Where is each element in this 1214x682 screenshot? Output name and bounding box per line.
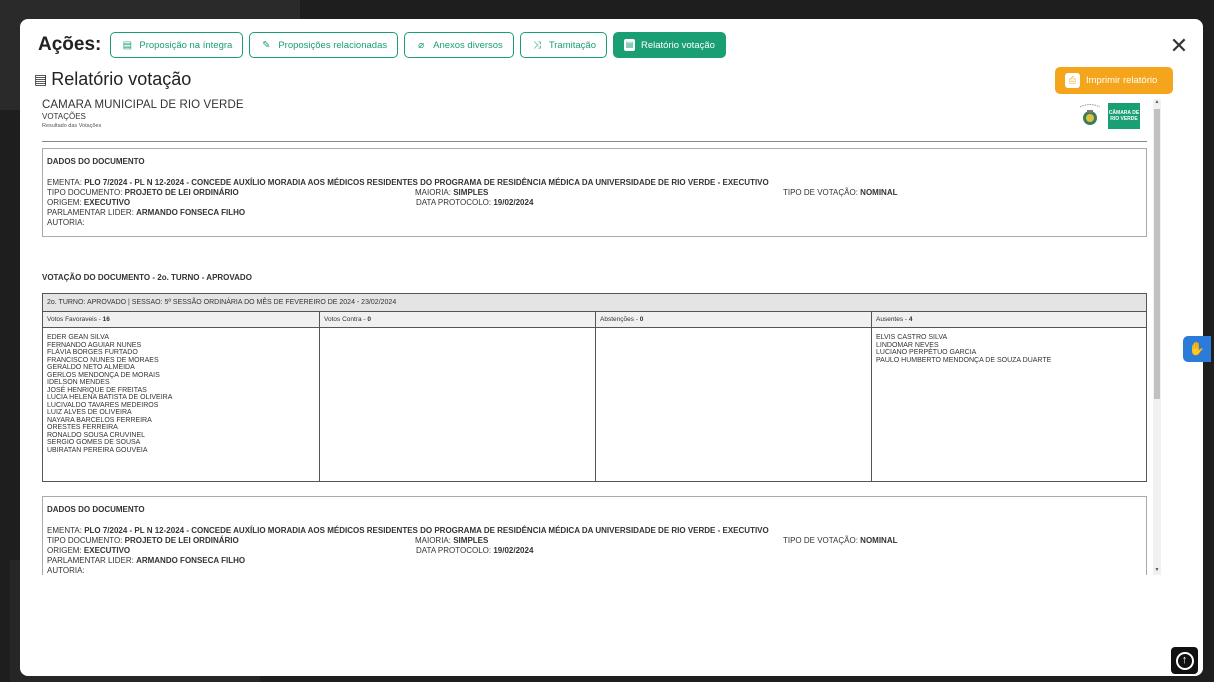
session-info: 2o. TURNO: APROVADO | SESSAO: 5ª SESSÃO … [43,294,1146,312]
edit-icon: ✎ [262,39,271,51]
doc-heading: DADOS DO DOCUMENTO [47,157,145,166]
sign-language-icon[interactable]: ✋ [1183,336,1211,362]
scroll-to-top-button[interactable]: ↑ [1171,647,1198,674]
table-body: EDER GEAN SILVA FERNANDO AGUIAR NUNES FLÁV… [43,328,1146,481]
attachments-button[interactable]: ⌀ Anexos diversos [404,32,514,58]
ausentes-list: ELVIS CASTRO SILVA LINDOMAR NEVES LUCIANO … [872,328,1146,481]
org-name: CAMARA MUNICIPAL DE RIO VERDE [42,99,244,111]
list-item: GERLOS MENDONÇA DE MORAIS [47,371,160,379]
paperclip-icon: ⌀ [418,39,425,51]
page-title: ▤ Relatório votação [34,69,191,90]
list-item: FRANCISCO NUNES DE MORAES [47,356,159,364]
file-icon: ▤ [122,39,133,51]
voting-table: 2o. TURNO: APROVADO | SESSAO: 5ª SESSÃO … [42,293,1147,482]
actions-label: Ações: [38,34,102,55]
divider [42,141,1147,142]
list-item: JOSÉ HENRIQUE DE FREITAS [47,386,147,394]
report-section: VOTAÇÕES [42,112,86,121]
contra-list [320,328,596,481]
scroll-thumb[interactable] [1154,109,1160,399]
actions-bar: Ações: ▤ Proposição na íntegra ✎ Proposi… [38,32,732,58]
ementa-line: EMENTA: PLO 7/2024 - PL N 12-2024 - CONC… [47,178,769,187]
report-header: CAMARA MUNICIPAL DE RIO VERDE VOTAÇÕES R… [42,99,244,129]
list-item: SERGIO GOMES DE SOUSA [47,439,141,446]
button-label: Tramitação [548,39,596,51]
page-title-text: Relatório votação [51,69,192,89]
document-icon: ▤ [34,71,48,87]
button-label: Relatório votação [640,39,715,51]
button-label: Proposição na íntegra [139,39,233,51]
scroll-down-icon[interactable]: ▼ [1153,567,1161,575]
list-item: PAULO HUMBERTO MENDONÇA DE SOUZA DUARTE [876,356,1052,364]
list-item: LUCIA HELENA BATISTA DE OLIVEIRA [47,394,173,401]
button-label: Proposições relacionadas [278,39,388,51]
report-modal: Ações: ▤ Proposição na íntegra ✎ Proposi… [20,19,1203,676]
list-item: ELVIS CASTRO SILVA [876,334,948,341]
print-report-button[interactable]: ⎙ Imprimir relatório [1055,67,1173,94]
list-item: GERALDO NETO ALMEIDA [47,364,135,371]
print-label: Imprimir relatório [1086,75,1158,86]
camara-logo: CÂMARA DE RIO VERDE [1108,103,1140,129]
list-item: LINDOMAR NEVES [876,341,939,349]
voting-report-button[interactable]: ▤ Relatório votação [612,32,726,58]
file-icon: ▤ [623,39,635,51]
ementa-line: EMENTA: PLO 7/2024 - PL N 12-2024 - CONC… [47,526,769,535]
list-item: IDELSON MENDES [47,379,110,386]
list-item: EDER GEAN SILVA [47,334,109,341]
list-item: RONALDO SOUSA CRUVINEL [47,431,146,439]
table-header: Votos Favoraveis - 16 Votos Contra - 0 A… [43,312,1146,328]
report-subsection: Resultado das Votações [42,123,102,129]
list-item: FLÁVIA BORGES FURTADO [47,349,138,356]
close-icon[interactable]: ✕ [1169,33,1189,59]
header-ausentes: Ausentes - 4 [876,316,913,323]
printer-icon: ⎙ [1065,73,1080,88]
list-item: FERNANDO AGUIAR NUNES [47,341,142,349]
tramitacao-button[interactable]: ⤨ Tramitação [519,32,607,58]
scroll-up-icon[interactable]: ▲ [1153,99,1161,107]
full-text-button[interactable]: ▤ Proposição na íntegra [110,32,244,58]
related-propositions-button[interactable]: ✎ Proposições relacionadas [249,32,399,58]
list-item: ORESTES FERREIRA [47,424,118,431]
logos: CÂMARA DE RIO VERDE [1078,103,1140,129]
list-item: LUIZ ALVES DE OLIVEIRA [47,409,132,416]
report-scrollbar[interactable]: ▲ ▼ [1153,99,1161,575]
coat-of-arms-logo [1078,103,1102,129]
list-item: LUCIANO PERPÉTUO GARCIA [876,349,977,356]
favor-list: EDER GEAN SILVA FERNANDO AGUIAR NUNES FLÁV… [43,328,320,481]
report-viewer[interactable]: CAMARA MUNICIPAL DE RIO VERDE VOTAÇÕES R… [20,99,1153,575]
list-item: NAYARA BARCELOS FERREIRA [47,416,152,424]
header-abstencoes: Abstenções - 0 [596,312,872,327]
voting-title: VOTAÇÃO DO DOCUMENTO - 2o. TURNO - APROV… [42,273,252,282]
doc-heading: DADOS DO DOCUMENTO [47,505,145,514]
document-data-box: DADOS DO DOCUMENTO EMENTA: PLO 7/2024 - … [42,148,1147,237]
list-item: LUCIVALDO TAVARES MEDEIROS [47,401,159,409]
document-data-box: DADOS DO DOCUMENTO EMENTA: PLO 7/2024 - … [42,496,1147,575]
list-item: UBIRATAN PEREIRA GOUVEIA [47,446,148,454]
button-label: Anexos diversos [433,39,503,51]
header-favor: Votos Favoraveis - 16 [43,312,320,327]
arrow-up-icon: ↑ [1175,651,1194,670]
abstencoes-list [596,328,872,481]
shuffle-icon: ⤨ [532,39,541,51]
header-contra: Votos Contra - 0 [320,312,596,327]
